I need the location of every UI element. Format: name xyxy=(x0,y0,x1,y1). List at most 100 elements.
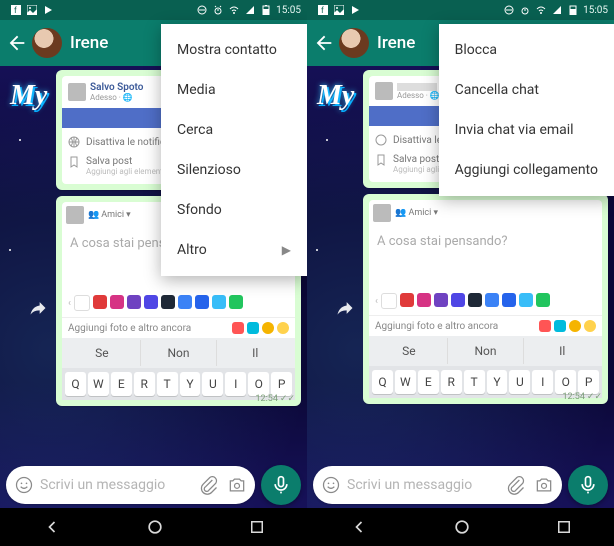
swatch[interactable] xyxy=(229,295,243,309)
status-bar: f 15:05 xyxy=(307,0,614,20)
fb-color-palette: ‹ xyxy=(62,289,295,317)
forward-icon[interactable] xyxy=(28,298,48,318)
swatch[interactable] xyxy=(212,295,226,309)
key[interactable]: P xyxy=(578,370,599,394)
photo-icon xyxy=(232,322,244,334)
photo-icon xyxy=(539,320,551,332)
key[interactable]: I xyxy=(532,370,553,394)
key[interactable]: W xyxy=(88,372,109,396)
key[interactable]: T xyxy=(464,370,485,394)
swatch[interactable] xyxy=(451,293,465,307)
swatch[interactable] xyxy=(161,295,175,309)
key[interactable]: Y xyxy=(180,372,201,396)
suggestion[interactable]: Il xyxy=(217,340,293,366)
suggestion[interactable]: Se xyxy=(64,340,141,366)
gallery-icon xyxy=(26,4,38,16)
back-icon[interactable] xyxy=(6,32,28,54)
menu-email-chat[interactable]: Invia chat via email xyxy=(439,110,614,150)
suggestion[interactable]: Non xyxy=(141,340,218,366)
nav-back-icon[interactable] xyxy=(42,517,62,537)
menu-search[interactable]: Cerca xyxy=(161,110,307,150)
attach-icon[interactable] xyxy=(506,475,526,495)
swatch[interactable] xyxy=(110,295,124,309)
key[interactable]: O xyxy=(248,372,269,396)
forward-icon[interactable] xyxy=(335,298,355,318)
menu-media[interactable]: Media xyxy=(161,70,307,110)
key[interactable]: Q xyxy=(65,372,86,396)
swatch[interactable] xyxy=(127,295,141,309)
emoji-icon[interactable] xyxy=(14,475,34,495)
nav-home-icon[interactable] xyxy=(452,517,472,537)
camera-icon[interactable] xyxy=(227,475,247,495)
camera-icon[interactable] xyxy=(534,475,554,495)
swatch[interactable] xyxy=(381,293,397,309)
swatch[interactable] xyxy=(74,295,90,311)
back-icon[interactable] xyxy=(313,32,335,54)
swatch[interactable] xyxy=(434,293,448,307)
avatar[interactable] xyxy=(32,28,62,58)
voice-button[interactable] xyxy=(261,465,301,505)
fb-attach-row: Aggiungi foto e altro ancora xyxy=(62,317,295,338)
nav-home-icon[interactable] xyxy=(145,517,165,537)
key[interactable]: E xyxy=(111,372,132,396)
key[interactable]: E xyxy=(418,370,439,394)
key[interactable]: Q xyxy=(372,370,393,394)
key[interactable]: R xyxy=(441,370,462,394)
alarm-icon xyxy=(212,4,224,16)
fb-avatar xyxy=(66,206,84,224)
input-placeholder: Scrivi un messaggio xyxy=(341,477,506,493)
chevron-left-icon: ‹ xyxy=(68,298,71,309)
swatch[interactable] xyxy=(485,293,499,307)
swatch[interactable] xyxy=(93,295,107,309)
chat-title[interactable]: Irene xyxy=(377,33,415,53)
swatch[interactable] xyxy=(468,293,482,307)
key[interactable]: Y xyxy=(487,370,508,394)
key[interactable]: W xyxy=(395,370,416,394)
menu-mute[interactable]: Silenzioso xyxy=(161,150,307,190)
swatch[interactable] xyxy=(519,293,533,307)
menu-more[interactable]: Altro▶ xyxy=(161,230,307,270)
chat-title[interactable]: Irene xyxy=(70,33,108,53)
menu-block[interactable]: Blocca xyxy=(439,30,614,70)
nav-recents-icon[interactable] xyxy=(248,518,266,536)
input-bar: Scrivi un messaggio xyxy=(307,462,614,508)
signal-icon xyxy=(551,4,563,16)
key[interactable]: T xyxy=(157,372,178,396)
swatch[interactable] xyxy=(144,295,158,309)
swatch[interactable] xyxy=(502,293,516,307)
suggestion[interactable]: Il xyxy=(524,338,600,364)
nav-recents-icon[interactable] xyxy=(555,518,573,536)
menu-view-contact[interactable]: Mostra contatto xyxy=(161,30,307,70)
read-ticks-icon: ✓✓ xyxy=(280,394,295,404)
globe-icon xyxy=(68,136,80,148)
key[interactable]: I xyxy=(225,372,246,396)
menu-add-shortcut[interactable]: Aggiungi collegamento xyxy=(439,150,614,190)
menu-wallpaper[interactable]: Sfondo xyxy=(161,190,307,230)
menu-clear-chat[interactable]: Cancella chat xyxy=(439,70,614,110)
keyboard-suggestions: Se Non Il xyxy=(369,336,602,366)
swatch[interactable] xyxy=(536,293,550,307)
fb-audience: 👥 Amici ▾ xyxy=(395,208,438,218)
battery-icon xyxy=(260,4,272,16)
swatch[interactable] xyxy=(400,293,414,307)
swatch[interactable] xyxy=(417,293,431,307)
key[interactable]: P xyxy=(271,372,292,396)
avatar[interactable] xyxy=(339,28,369,58)
nav-back-icon[interactable] xyxy=(349,517,369,537)
suggestion[interactable]: Se xyxy=(371,338,448,364)
location-icon xyxy=(569,320,581,332)
message-input[interactable]: Scrivi un messaggio xyxy=(313,466,562,504)
swatch[interactable] xyxy=(195,295,209,309)
key[interactable]: R xyxy=(134,372,155,396)
key[interactable]: U xyxy=(509,370,530,394)
phone-left: f 15:05 Irene My Mostra contatto Media C… xyxy=(0,0,307,546)
key[interactable]: O xyxy=(555,370,576,394)
emoji-icon[interactable] xyxy=(321,475,341,495)
message-bubble[interactable]: 👥 Amici ▾ A cosa stai pensando? ‹ xyxy=(363,194,608,404)
key[interactable]: U xyxy=(202,372,223,396)
attach-icon[interactable] xyxy=(199,475,219,495)
voice-button[interactable] xyxy=(568,465,608,505)
suggestion[interactable]: Non xyxy=(448,338,525,364)
message-input[interactable]: Scrivi un messaggio xyxy=(6,466,255,504)
swatch[interactable] xyxy=(178,295,192,309)
